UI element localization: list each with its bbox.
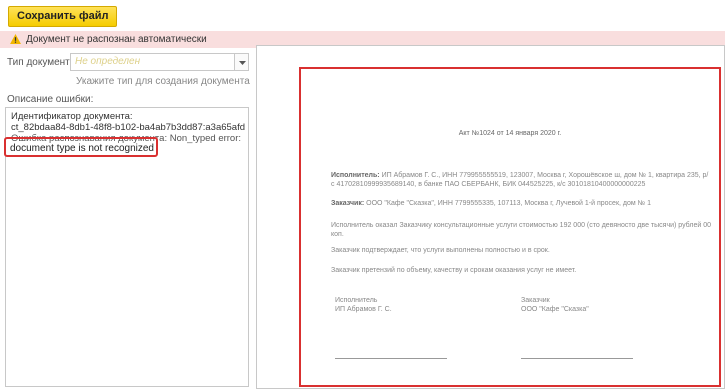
doc-body-confirm: Заказчик подтверждает, что услуги выполн… — [331, 247, 550, 254]
signature-line-customer — [521, 358, 633, 359]
warning-icon — [10, 34, 21, 44]
signature-executor-role: Исполнитель — [335, 297, 378, 304]
doc-type-field[interactable]: Не определен — [70, 53, 234, 71]
doc-title: Акт №1024 от 14 января 2020 г. — [458, 130, 562, 137]
doc-type-label: Тип документа: — [7, 57, 78, 68]
error-description-label: Описание ошибки: — [7, 94, 94, 105]
error-highlight-text: document type is not recognized — [10, 143, 154, 154]
doc-customer-label: Заказчик: — [331, 200, 365, 207]
doc-type-hint: Укажите тип для создания документа — [76, 76, 250, 87]
doc-body-claims: Заказчик претензий по объему, качеству и… — [331, 267, 577, 274]
signature-customer-name: ООО "Кафе "Сказка" — [521, 306, 589, 313]
doc-type-dropdown-button[interactable] — [234, 53, 249, 71]
signature-executor-name: ИП Абрамов Г. С. — [335, 306, 392, 313]
signature-line-executor — [335, 358, 447, 359]
document-preview: Акт №1024 от 14 января 2020 г. Исполните… — [299, 67, 721, 387]
doc-executor: Исполнитель: ИП Абрамов Г. С., ИНН 77995… — [331, 171, 711, 189]
doc-executor-text: ИП Абрамов Г. С., ИНН 779955555519, 1230… — [331, 172, 709, 188]
doc-customer-text: ООО "Кафе "Сказка", ИНН 7799555335, 1071… — [366, 200, 651, 207]
signature-customer: Заказчик ООО "Кафе "Сказка" — [521, 296, 589, 314]
chevron-down-icon — [239, 61, 246, 65]
doc-body-services: Исполнитель оказал Заказчику консультаци… — [331, 222, 711, 238]
doc-customer: Заказчик: ООО "Кафе "Сказка", ИНН 779955… — [331, 199, 711, 208]
toolbar: Сохранить файл — [0, 0, 725, 28]
error-line: Идентификатор документа: — [11, 111, 133, 122]
warning-text: Документ не распознан автоматически — [26, 34, 207, 45]
doc-executor-label: Исполнитель: — [331, 172, 380, 179]
signature-executor: Исполнитель ИП Абрамов Г. С. — [335, 296, 392, 314]
save-file-button[interactable]: Сохранить файл — [8, 6, 118, 27]
error-line: ct_82bdaa84-8db1-48f8-b102-ba4ab7b3dd87:… — [11, 122, 245, 133]
signature-customer-role: Заказчик — [521, 297, 550, 304]
